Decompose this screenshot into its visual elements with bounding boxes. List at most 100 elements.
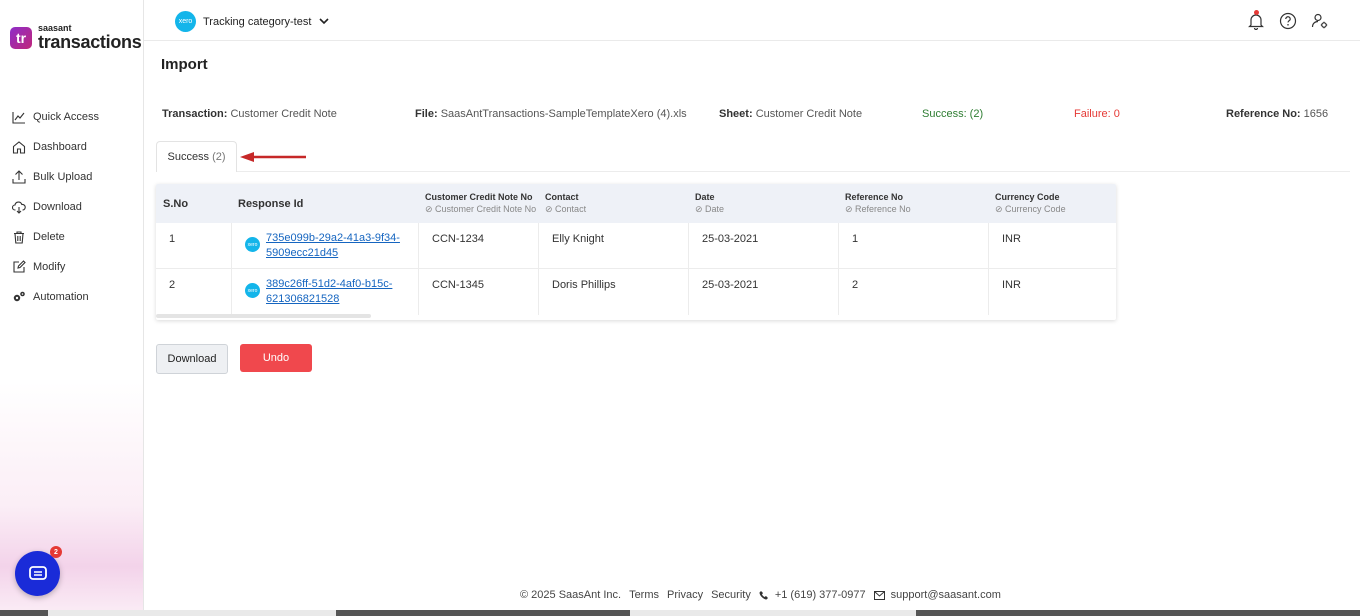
response-id-line: 621306821528 xyxy=(266,293,340,305)
sidebar-item-label: Quick Access xyxy=(33,111,100,123)
user-settings-button[interactable] xyxy=(1310,10,1330,32)
sidebar-item-modify[interactable]: Modify xyxy=(12,252,99,282)
cell-sno: 2 xyxy=(169,279,176,291)
cell-sno: 1 xyxy=(169,233,176,245)
summary-label: Transaction: xyxy=(162,108,228,120)
page-title: Import xyxy=(161,56,208,73)
column-header-credit-note-no[interactable]: Customer Credit Note No ⊘ Customer Credi… xyxy=(425,184,540,223)
response-id-line: 735e099b-29a2-41a3-9f34- xyxy=(266,232,400,244)
summary-value: SaasAntTransactions-SampleTemplateXero (… xyxy=(440,108,687,120)
response-id-line: 389c26ff-51d2-4af0-b15c- xyxy=(266,278,393,290)
sidebar-item-bulk-upload[interactable]: Bulk Upload xyxy=(12,162,99,192)
cell-contact: Elly Knight xyxy=(538,223,688,269)
column-header-sub: ⊘ Currency Code xyxy=(995,204,1066,214)
chat-icon xyxy=(28,565,47,580)
red-arrow-annotation xyxy=(240,152,306,162)
phone-icon xyxy=(759,591,768,600)
sidebar-item-label: Download xyxy=(33,201,82,213)
edit-icon xyxy=(13,260,26,273)
trash-icon xyxy=(14,231,24,244)
chat-button[interactable] xyxy=(15,551,60,596)
sidebar-item-dashboard[interactable]: Dashboard xyxy=(12,132,99,162)
xero-logo-icon: xero xyxy=(175,11,196,32)
horizontal-scrollbar[interactable] xyxy=(156,314,371,318)
column-header-date[interactable]: Date ⊘ Date xyxy=(695,184,835,223)
gears-icon xyxy=(13,291,25,302)
response-id-link[interactable]: 735e099b-29a2-41a3-9f34- 5909ecc21d45 xyxy=(266,231,400,261)
cell-date: 25-03-2021 xyxy=(688,269,838,315)
sidebar-item-label: Dashboard xyxy=(33,141,87,153)
cell-response-id: xero 735e099b-29a2-41a3-9f34- 5909ecc21d4… xyxy=(231,223,419,269)
mail-icon xyxy=(873,590,885,600)
sidebar-item-label: Delete xyxy=(33,231,65,243)
sidebar: tr saasant transactions Quick Access Das… xyxy=(0,0,144,616)
sidebar-item-delete[interactable]: Delete xyxy=(12,222,99,252)
brand-mark: tr xyxy=(10,26,32,49)
notifications-button[interactable] xyxy=(1246,10,1266,32)
summary-failure: Failure: 0 xyxy=(1074,108,1120,120)
summary-success: Success: (2) xyxy=(922,108,984,120)
column-header-sub-text: Contact xyxy=(555,204,587,214)
sidebar-item-label: Modify xyxy=(33,261,66,273)
column-header-contact[interactable]: Contact ⊘ Contact xyxy=(545,184,685,223)
footer: © 2025 SaasAnt Inc. Terms Privacy Securi… xyxy=(520,589,1009,601)
summary-file: File: SaasAntTransactions-SampleTemplate… xyxy=(415,108,687,120)
footer-copyright: © 2025 SaasAnt Inc. xyxy=(520,589,622,601)
org-switcher[interactable]: xero Tracking category-test xyxy=(175,11,329,32)
help-button[interactable] xyxy=(1278,10,1298,32)
column-header-reference-no[interactable]: Reference No ⊘ Reference No xyxy=(845,184,985,223)
summary-value: Customer Credit Note xyxy=(755,108,863,120)
column-header-sub-text: Reference No xyxy=(855,204,911,214)
tab-count: (2) xyxy=(212,151,226,163)
download-button[interactable]: Download xyxy=(156,344,228,374)
summary-sheet: Sheet: Customer Credit Note xyxy=(719,108,862,120)
footer-privacy-link[interactable]: Privacy xyxy=(667,589,703,601)
undo-button[interactable]: Undo xyxy=(240,344,312,372)
sidebar-item-quick-access[interactable]: Quick Access xyxy=(12,102,99,132)
chevron-down-icon xyxy=(319,18,329,25)
response-id-line: 5909ecc21d45 xyxy=(266,247,339,259)
notification-dot xyxy=(1254,10,1259,15)
home-icon xyxy=(12,141,26,154)
chat-notification-badge: 2 xyxy=(50,546,62,558)
cell-reference-no: 1 xyxy=(838,223,988,269)
column-header-sub: ⊘ Reference No xyxy=(845,204,911,214)
column-header-label: Customer Credit Note No xyxy=(425,192,533,202)
cell-date: 25-03-2021 xyxy=(688,223,838,269)
column-header-sub: ⊘ Date xyxy=(695,204,725,214)
column-header-sub: ⊘ Customer Credit Note No xyxy=(425,204,537,214)
footer-terms-link[interactable]: Terms xyxy=(629,589,659,601)
xero-icon: xero xyxy=(245,283,260,298)
cell-contact: Doris Phillips xyxy=(538,269,688,315)
taskbar-segment xyxy=(48,610,336,616)
taskbar-segment xyxy=(630,610,916,616)
sidebar-item-automation[interactable]: Automation xyxy=(12,282,99,312)
brand-logo[interactable]: tr saasant transactions xyxy=(10,24,142,51)
table-row: 1 xero 735e099b-29a2-41a3-9f34- 5909ecc21… xyxy=(156,223,1116,269)
footer-phone[interactable]: +1 (619) 377-0977 xyxy=(775,589,866,601)
footer-security-link[interactable]: Security xyxy=(711,589,751,601)
footer-email[interactable]: support@saasant.com xyxy=(891,589,1001,601)
tab-success[interactable]: Success (2) xyxy=(156,141,237,172)
column-header-currency-code[interactable]: Currency Code ⊘ Currency Code xyxy=(995,184,1115,223)
summary-transaction: Transaction: Customer Credit Note xyxy=(162,108,337,120)
column-header-sub-text: Date xyxy=(705,204,725,214)
sidebar-nav: Quick Access Dashboard Bulk Upload Downl… xyxy=(12,102,99,312)
column-header-sub: ⊘ Contact xyxy=(545,204,587,214)
cell-currency-code: INR xyxy=(988,223,1116,269)
summary-reference: Reference No: 1656 xyxy=(1226,108,1328,120)
user-settings-icon xyxy=(1311,13,1328,29)
response-id-link[interactable]: 389c26ff-51d2-4af0-b15c- 621306821528 xyxy=(266,277,392,307)
help-circle-icon xyxy=(1279,12,1297,30)
tab-divider xyxy=(237,171,1350,172)
cloud-download-icon xyxy=(12,201,26,214)
column-header-response-id[interactable]: Response Id xyxy=(238,184,418,223)
tab-label: Success xyxy=(167,151,210,163)
summary-label: File: xyxy=(415,108,438,120)
cell-response-id: xero 389c26ff-51d2-4af0-b15c- 62130682152… xyxy=(231,269,419,315)
chart-line-icon xyxy=(12,112,25,124)
sidebar-item-download[interactable]: Download xyxy=(12,192,99,222)
column-header-sub-text: Customer Credit Note No xyxy=(435,204,537,214)
column-header-sno[interactable]: S.No xyxy=(163,184,233,223)
org-name: Tracking category-test xyxy=(203,15,312,28)
